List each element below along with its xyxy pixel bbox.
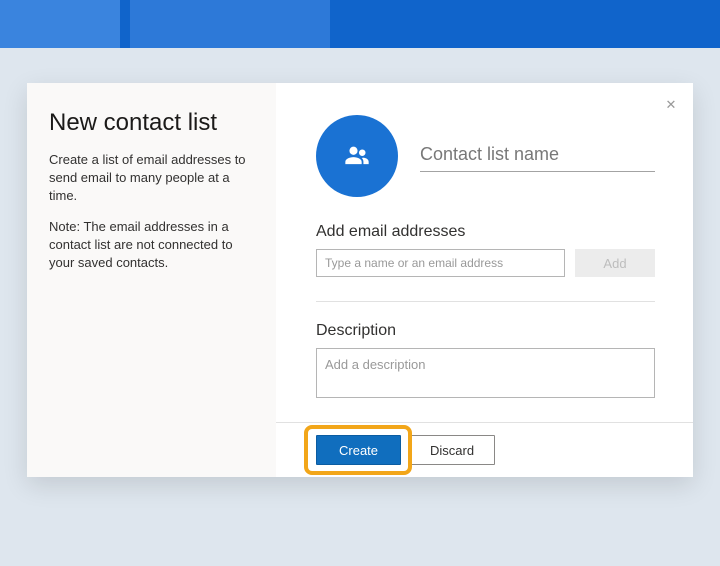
create-button[interactable]: Create [316,435,401,465]
email-address-input[interactable] [316,249,565,277]
background-header-accent [0,0,120,48]
modal-note: Note: The email addresses in a contact l… [49,218,254,273]
modal-title: New contact list [49,109,254,137]
modal-left-panel: New contact list Create a list of email … [27,83,276,477]
email-row: Add [316,249,655,277]
contact-list-avatar [316,115,398,197]
people-icon [343,142,371,170]
header-row [316,115,655,197]
add-button[interactable]: Add [575,249,655,277]
description-section-label: Description [316,322,655,340]
modal-right-panel: ✕ Add email addresses Add Description Cr… [276,83,693,477]
discard-button[interactable]: Discard [409,435,495,465]
close-icon[interactable]: ✕ [661,95,681,115]
new-contact-list-modal: New contact list Create a list of email … [27,83,693,477]
contact-list-name-input[interactable] [420,140,655,172]
description-textarea[interactable] [316,348,655,398]
email-section-label: Add email addresses [316,223,655,241]
modal-description: Create a list of email addresses to send… [49,151,254,206]
divider [316,301,655,302]
modal-footer: Create Discard [276,422,693,477]
